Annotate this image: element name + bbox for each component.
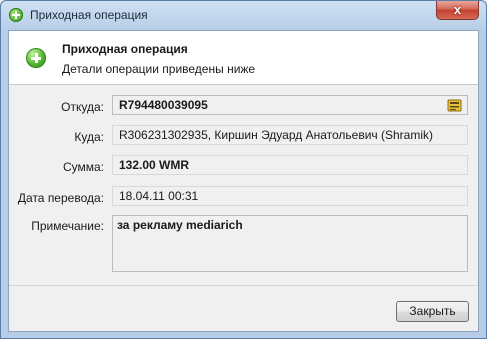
amount-field[interactable]: 132.00 WMR bbox=[112, 155, 468, 175]
header-title: Приходная операция bbox=[62, 42, 188, 56]
note-label: Примечание: bbox=[31, 219, 104, 233]
from-field[interactable]: R794480039095 bbox=[112, 95, 468, 115]
dialog-header: Приходная операция Детали операции приве… bbox=[9, 31, 478, 85]
amount-label: Сумма: bbox=[62, 160, 104, 174]
date-field[interactable]: 18.04.11 00:31 bbox=[112, 186, 468, 206]
window-title: Приходная операция bbox=[30, 8, 148, 22]
to-field[interactable]: R306231302935, Киршин Эдуард Анатольевич… bbox=[112, 125, 468, 145]
dialog-window: Приходная операция x Приходная операция … bbox=[0, 0, 487, 339]
header-subtitle: Детали операции приведены ниже bbox=[62, 62, 256, 76]
note-field[interactable]: за рекламу mediarich bbox=[112, 215, 468, 272]
dialog-client-area: Приходная операция Детали операции приве… bbox=[8, 30, 479, 332]
close-icon: x bbox=[453, 2, 462, 17]
footer-divider bbox=[9, 285, 478, 286]
add-green-icon bbox=[9, 8, 23, 22]
to-label: Куда: bbox=[74, 130, 104, 144]
close-button[interactable]: Закрыть bbox=[396, 301, 469, 322]
wallet-icon[interactable] bbox=[447, 98, 462, 113]
title-bar[interactable]: Приходная операция x bbox=[1, 1, 486, 30]
window-close-button[interactable]: x bbox=[436, 1, 479, 20]
add-green-icon bbox=[26, 48, 46, 68]
from-label: Откуда: bbox=[61, 100, 104, 114]
date-label: Дата перевода: bbox=[17, 191, 104, 205]
